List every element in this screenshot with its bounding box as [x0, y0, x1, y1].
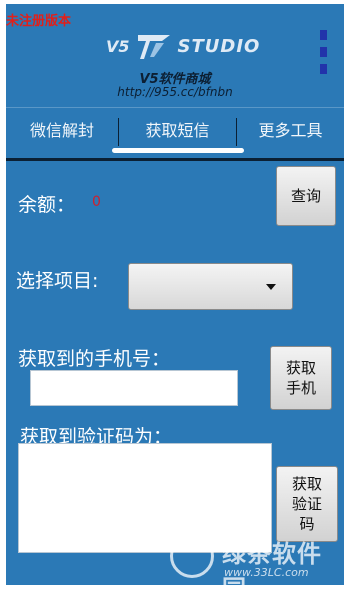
v5-logo-icon: [137, 35, 170, 59]
brand-url: http://955.cc/bfnbn: [117, 85, 233, 99]
tab-wechat-unblock[interactable]: 微信解封: [6, 108, 118, 154]
balance-value: 0: [92, 194, 101, 210]
get-phone-button[interactable]: 获取 手机: [270, 346, 332, 410]
dropdown-arrow-icon: [266, 284, 276, 290]
project-select[interactable]: [128, 263, 293, 310]
tab-more-tools[interactable]: 更多工具: [237, 108, 344, 154]
watermark-url: www.33LC.com: [224, 566, 309, 579]
menu-dot-1: [320, 30, 327, 40]
active-tab-indicator: [112, 148, 244, 153]
unregistered-notice: 未注册版本: [6, 14, 72, 29]
project-label: 选择项目:: [16, 270, 99, 292]
vertical-menu-icon[interactable]: [320, 30, 327, 74]
brand-v5: V5: [106, 36, 130, 56]
balance-label: 余额：: [18, 194, 76, 216]
menu-dot-2: [320, 47, 327, 57]
phone-number-field[interactable]: [30, 370, 238, 406]
query-button[interactable]: 查询: [276, 166, 336, 226]
brand-logo: V5 STUDIO: [106, 30, 260, 62]
brand-studio: STUDIO: [177, 35, 261, 57]
menu-dot-3: [320, 64, 327, 74]
phone-label: 获取到的手机号：: [18, 348, 171, 370]
app-window: 未注册版本 V5 STUDIO V5软件商城 http://955.cc/bfn…: [6, 4, 344, 585]
site-watermark: 绿茶软件园 www.33LC.com: [158, 528, 346, 603]
watermark-logo-icon: [170, 534, 214, 578]
